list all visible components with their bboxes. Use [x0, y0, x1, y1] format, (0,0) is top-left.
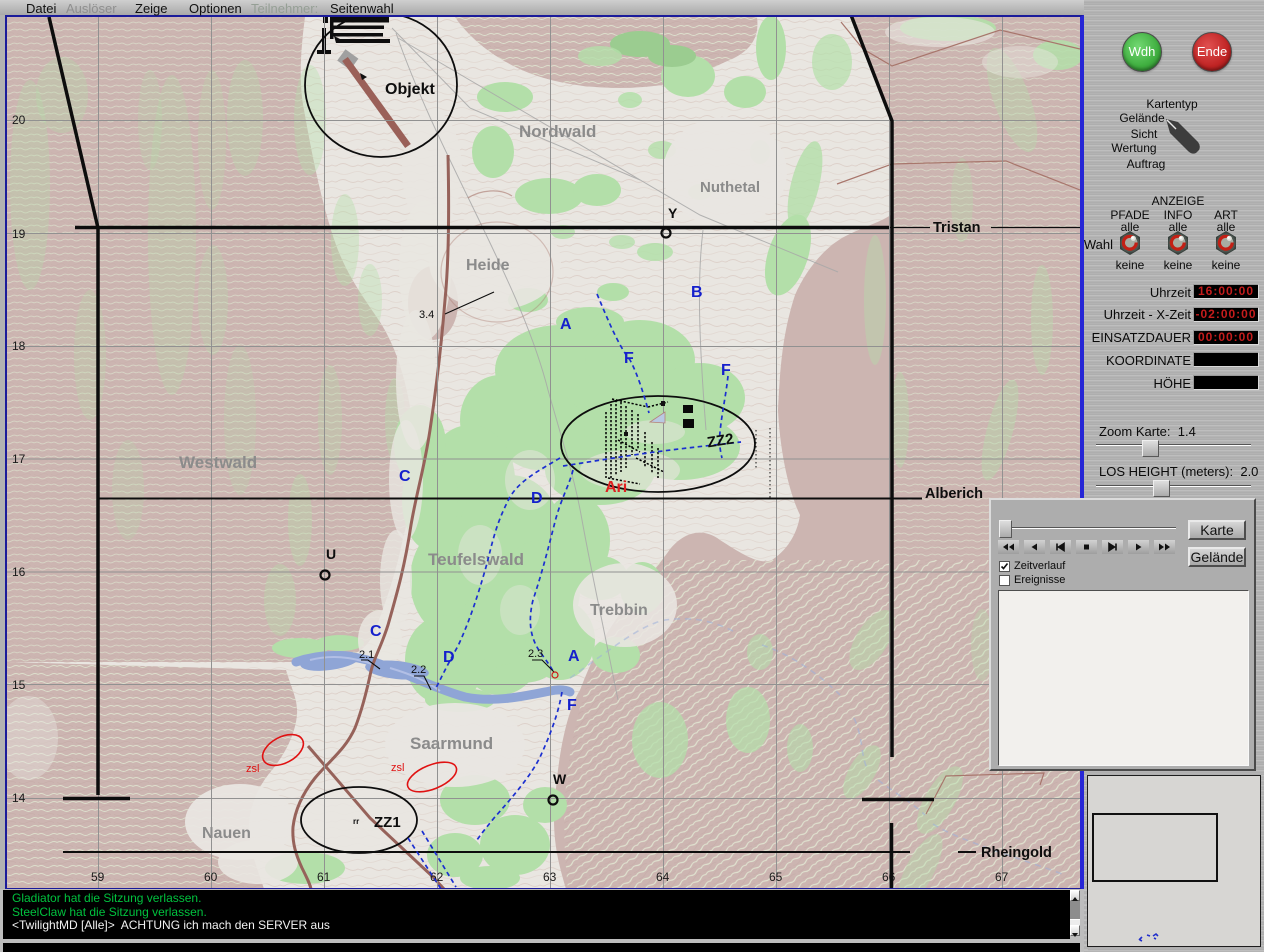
svg-text:Nuthetal: Nuthetal [700, 179, 760, 196]
svg-text:rr: rr [353, 817, 359, 826]
svg-text:19: 19 [12, 227, 26, 241]
svg-text:zsl: zsl [246, 763, 259, 775]
svg-text:Y: Y [668, 205, 678, 221]
svg-text:zsl: zsl [391, 762, 404, 774]
svg-text:Nordwald: Nordwald [519, 122, 596, 141]
svg-text:C: C [399, 468, 411, 485]
svg-text:14: 14 [12, 791, 26, 805]
svg-text:F: F [624, 350, 634, 367]
svg-text:A: A [560, 316, 572, 333]
svg-text:W: W [553, 771, 567, 787]
svg-text:61: 61 [317, 870, 331, 884]
svg-text:ZZ1: ZZ1 [374, 814, 401, 831]
svg-text:67: 67 [995, 870, 1009, 884]
svg-text:18: 18 [12, 339, 26, 353]
svg-text:Saarmund: Saarmund [410, 734, 493, 753]
svg-text:Tristan: Tristan [933, 220, 981, 236]
svg-text:Heide: Heide [466, 257, 510, 274]
svg-text:3.4: 3.4 [419, 309, 434, 321]
svg-text:60: 60 [204, 870, 218, 884]
svg-text:63: 63 [543, 870, 557, 884]
svg-text:Alberich: Alberich [925, 486, 983, 502]
svg-text:16: 16 [12, 565, 26, 579]
svg-text:2.2: 2.2 [411, 664, 426, 676]
svg-text:2.3: 2.3 [528, 648, 543, 660]
svg-text:F: F [721, 362, 731, 379]
svg-text:A: A [568, 648, 580, 665]
svg-text:64: 64 [656, 870, 670, 884]
svg-text:Rheingold: Rheingold [981, 845, 1052, 861]
svg-text:Westwald: Westwald [179, 453, 257, 472]
svg-text:F: F [567, 697, 577, 714]
svg-text:59: 59 [91, 870, 105, 884]
svg-text:Trebbin: Trebbin [590, 602, 648, 619]
svg-text:U: U [326, 546, 336, 562]
svg-text:20: 20 [12, 113, 26, 127]
svg-text:17: 17 [12, 452, 26, 466]
svg-text:62: 62 [430, 870, 444, 884]
svg-text:Teufelswald: Teufelswald [428, 550, 524, 569]
svg-text:Ari: Ari [605, 479, 627, 496]
svg-text:C: C [370, 623, 382, 640]
svg-text:Objekt: Objekt [385, 81, 435, 98]
svg-text:66: 66 [882, 870, 896, 884]
svg-text:D: D [443, 649, 455, 666]
svg-text:65: 65 [769, 870, 783, 884]
svg-text:D: D [531, 490, 543, 507]
svg-text:15: 15 [12, 678, 26, 692]
svg-text:B: B [691, 284, 703, 301]
svg-text:Nauen: Nauen [202, 825, 251, 842]
svg-text:2.1: 2.1 [359, 649, 374, 661]
